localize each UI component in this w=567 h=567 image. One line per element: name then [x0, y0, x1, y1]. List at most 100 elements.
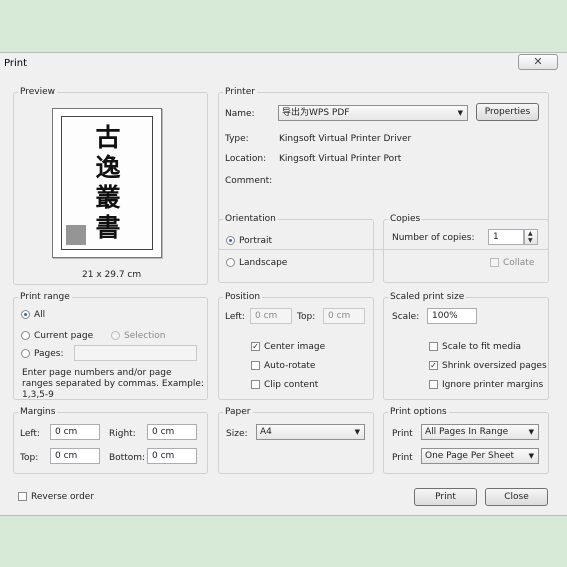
range-hint: Enter page numbers and/or page ranges se… — [22, 368, 204, 400]
orientation-legend: Orientation — [223, 213, 278, 225]
position-left-input[interactable]: 0 cm — [250, 308, 292, 324]
pages-per-sheet-select[interactable]: One Page Per Sheet ▼ — [421, 448, 539, 464]
printer-location-value: Kingsoft Virtual Printer Port — [279, 154, 402, 164]
printer-comment-label: Comment: — [225, 176, 273, 186]
checkmark-icon: ✓ — [430, 361, 437, 370]
paper-legend: Paper — [223, 406, 253, 418]
margin-bottom-input[interactable]: 0 cm — [147, 448, 197, 464]
page-size-label: 21 x 29.7 cm — [82, 270, 142, 280]
chevron-down-icon: ▼ — [457, 109, 463, 117]
range-all-label[interactable]: All — [34, 309, 45, 321]
printer-type-label: Type: — [225, 134, 249, 144]
checkmark-icon: ✓ — [252, 342, 259, 351]
range-pages-label[interactable]: Pages: — [34, 348, 64, 360]
portrait-label[interactable]: Portrait — [239, 235, 272, 247]
scale-label: Scale: — [392, 312, 420, 322]
dialog-title: Print — [4, 58, 28, 69]
printer-name-select[interactable]: 导出为WPS PDF ▼ — [278, 105, 468, 121]
paper-size-value: A4 — [260, 427, 272, 437]
copies-input[interactable]: 1 — [488, 229, 524, 245]
margin-left-label: Left: — [20, 429, 40, 439]
calligraphy-text: 古 逸 叢 書 — [94, 123, 122, 243]
range-current-page-radio[interactable] — [21, 331, 30, 340]
ignore-margins-label[interactable]: Ignore printer margins — [442, 379, 543, 391]
reverse-order-checkbox[interactable] — [18, 492, 27, 501]
margin-right-input[interactable]: 0 cm — [147, 424, 197, 440]
position-left-label: Left: — [225, 312, 245, 322]
reverse-order-label[interactable]: Reverse order — [31, 491, 94, 503]
collate-label: Collate — [503, 258, 535, 268]
printer-legend: Printer — [223, 86, 257, 98]
close-icon: ✕ — [533, 55, 543, 68]
print-range-option-label: Print — [392, 429, 413, 439]
auto-rotate-checkbox[interactable] — [251, 361, 260, 370]
range-current-page-label[interactable]: Current page — [34, 330, 93, 342]
properties-label: Properties — [484, 107, 531, 117]
copies-spinner[interactable]: ▲ ▼ — [524, 229, 538, 245]
seal-stamp — [66, 225, 86, 245]
center-image-label[interactable]: Center image — [264, 341, 325, 353]
ignore-margins-checkbox[interactable] — [429, 380, 438, 389]
printer-name-value: 导出为WPS PDF — [282, 108, 350, 118]
print-dialog: Print ✕ Preview 古 逸 叢 書 21 x 29.7 cm Pri… — [0, 52, 567, 516]
shrink-oversized-label[interactable]: Shrink oversized pages — [442, 360, 547, 372]
paper-size-label: Size: — [226, 429, 248, 439]
pages-per-sheet-value: One Page Per Sheet — [425, 451, 515, 461]
scale-input[interactable]: 100% — [427, 308, 477, 324]
pages-per-sheet-label: Print — [392, 453, 413, 463]
calligraphy-char: 叢 — [95, 183, 121, 212]
margins-legend: Margins — [18, 406, 58, 418]
auto-rotate-label[interactable]: Auto-rotate — [264, 360, 315, 372]
paper-size-select[interactable]: A4 ▼ — [256, 424, 365, 440]
collate-checkbox[interactable] — [490, 258, 499, 267]
print-button[interactable]: Print — [414, 488, 477, 506]
chevron-down-icon: ▼ — [528, 452, 534, 460]
scaled-print-size-legend: Scaled print size — [388, 291, 467, 303]
range-all-radio[interactable] — [21, 310, 30, 319]
pages-input[interactable] — [74, 345, 197, 361]
copies-legend: Copies — [388, 213, 423, 225]
portrait-radio[interactable] — [226, 236, 235, 245]
spin-down-icon[interactable]: ▼ — [528, 238, 533, 244]
copies-label: Number of copies: — [392, 233, 475, 243]
position-top-input[interactable]: 0 cm — [323, 308, 365, 324]
range-pages-radio[interactable] — [21, 349, 30, 358]
close-window-button[interactable]: ✕ — [518, 54, 558, 70]
close-button-label: Close — [504, 492, 529, 502]
print-options-group: Print options — [383, 406, 549, 474]
scale-to-fit-checkbox[interactable] — [429, 342, 438, 351]
printer-name-label: Name: — [225, 109, 255, 119]
center-image-checkbox[interactable]: ✓ — [251, 342, 260, 351]
margin-bottom-label: Bottom: — [109, 453, 146, 463]
scale-to-fit-label[interactable]: Scale to fit media — [442, 341, 521, 353]
calligraphy-char: 書 — [95, 213, 121, 242]
printer-type-value: Kingsoft Virtual Printer Driver — [279, 134, 412, 144]
printer-location-label: Location: — [225, 154, 267, 164]
orientation-group: Orientation — [218, 213, 374, 283]
margin-right-label: Right: — [109, 429, 136, 439]
close-button[interactable]: Close — [485, 488, 548, 506]
margins-group: Margins — [13, 406, 208, 474]
print-button-label: Print — [435, 492, 456, 502]
landscape-radio[interactable] — [226, 258, 235, 267]
shrink-oversized-checkbox[interactable]: ✓ — [429, 361, 438, 370]
margin-left-input[interactable]: 0 cm — [50, 424, 100, 440]
print-range-option-select[interactable]: All Pages In Range ▼ — [421, 424, 539, 440]
margin-top-input[interactable]: 0 cm — [50, 448, 100, 464]
clip-content-checkbox[interactable] — [251, 380, 260, 389]
preview-page: 古 逸 叢 書 — [52, 108, 162, 258]
preview-image: 古 逸 叢 書 — [61, 116, 153, 250]
title-bar: Print ✕ — [0, 53, 567, 75]
clip-content-label[interactable]: Clip content — [264, 379, 318, 391]
print-range-legend: Print range — [18, 291, 72, 303]
chevron-down-icon: ▼ — [354, 428, 360, 436]
calligraphy-char: 逸 — [95, 153, 121, 182]
margin-top-label: Top: — [20, 453, 39, 463]
print-range-option-value: All Pages In Range — [425, 427, 509, 437]
range-selection-radio[interactable] — [111, 331, 120, 340]
paper-group: Paper — [218, 406, 374, 474]
preview-legend: Preview — [18, 86, 58, 98]
landscape-label[interactable]: Landscape — [239, 257, 287, 269]
chevron-down-icon: ▼ — [528, 428, 534, 436]
properties-button[interactable]: Properties — [476, 103, 539, 121]
